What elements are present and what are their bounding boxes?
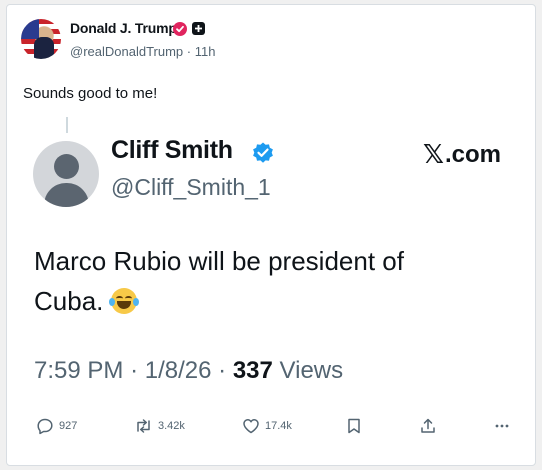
meta-dot: · (218, 357, 227, 384)
default-avatar-body (44, 183, 89, 207)
quoted-avatar[interactable] (33, 141, 99, 207)
more-dots-icon (495, 424, 509, 428)
thread-line (66, 117, 68, 133)
more-options-button[interactable] (493, 417, 511, 435)
repost-count: 3.42k (158, 420, 185, 432)
post-card: Donald J. Trump @realDonaldTrump · 11h S… (6, 4, 536, 466)
post-time[interactable]: 11h (195, 44, 216, 59)
x-com-source: 𝕏 .com (423, 139, 501, 170)
verified-badge-icon (173, 22, 187, 36)
handle-row: @realDonaldTrump · 11h (70, 44, 215, 59)
x-logo-icon: 𝕏 (423, 139, 444, 169)
views-count: 337 (232, 357, 273, 384)
quoted-author-handle[interactable]: @Cliff_Smith_1 (111, 174, 271, 201)
repost-icon (137, 419, 150, 433)
author-name[interactable]: Donald J. Trump (70, 20, 177, 36)
meta-dot: · (130, 357, 139, 384)
repost-button[interactable]: 3.42k (134, 417, 185, 435)
share-icon (421, 418, 435, 433)
blue-verified-icon (251, 141, 275, 165)
quoted-time: 7:59 PM (34, 357, 124, 384)
affiliate-badge-icon (192, 22, 205, 35)
laughing-tears-emoji-icon (109, 288, 140, 314)
default-avatar-head (54, 154, 79, 179)
heart-icon (243, 419, 259, 434)
share-button[interactable] (419, 417, 437, 435)
reply-icon (37, 418, 53, 435)
quoted-text-body: Marco Rubio will be president of Cuba. (34, 246, 404, 316)
bookmark-icon (348, 418, 360, 434)
reply-count: 927 (59, 420, 78, 432)
quoted-author-name[interactable]: Cliff Smith (111, 136, 233, 165)
quoted-text: Marco Rubio will be president of Cuba. (34, 241, 474, 321)
bookmark-button[interactable] (346, 417, 362, 435)
like-count: 17.4k (265, 420, 292, 432)
separator-dot: · (186, 44, 192, 59)
source-domain: .com (444, 140, 501, 168)
quoted-date: 1/8/26 (144, 357, 212, 384)
post-text: Sounds good to me! (23, 85, 158, 102)
quoted-meta: 7:59 PM · 1/8/26 · 337 Views (34, 357, 343, 385)
views-label: Views (279, 357, 344, 384)
author-handle[interactable]: @realDonaldTrump (70, 44, 183, 59)
reply-button[interactable]: 927 (36, 417, 77, 435)
like-button[interactable]: 17.4k (242, 417, 292, 435)
author-avatar[interactable] (21, 19, 61, 59)
action-bar: 927 3.42k 17.4k (7, 417, 537, 441)
